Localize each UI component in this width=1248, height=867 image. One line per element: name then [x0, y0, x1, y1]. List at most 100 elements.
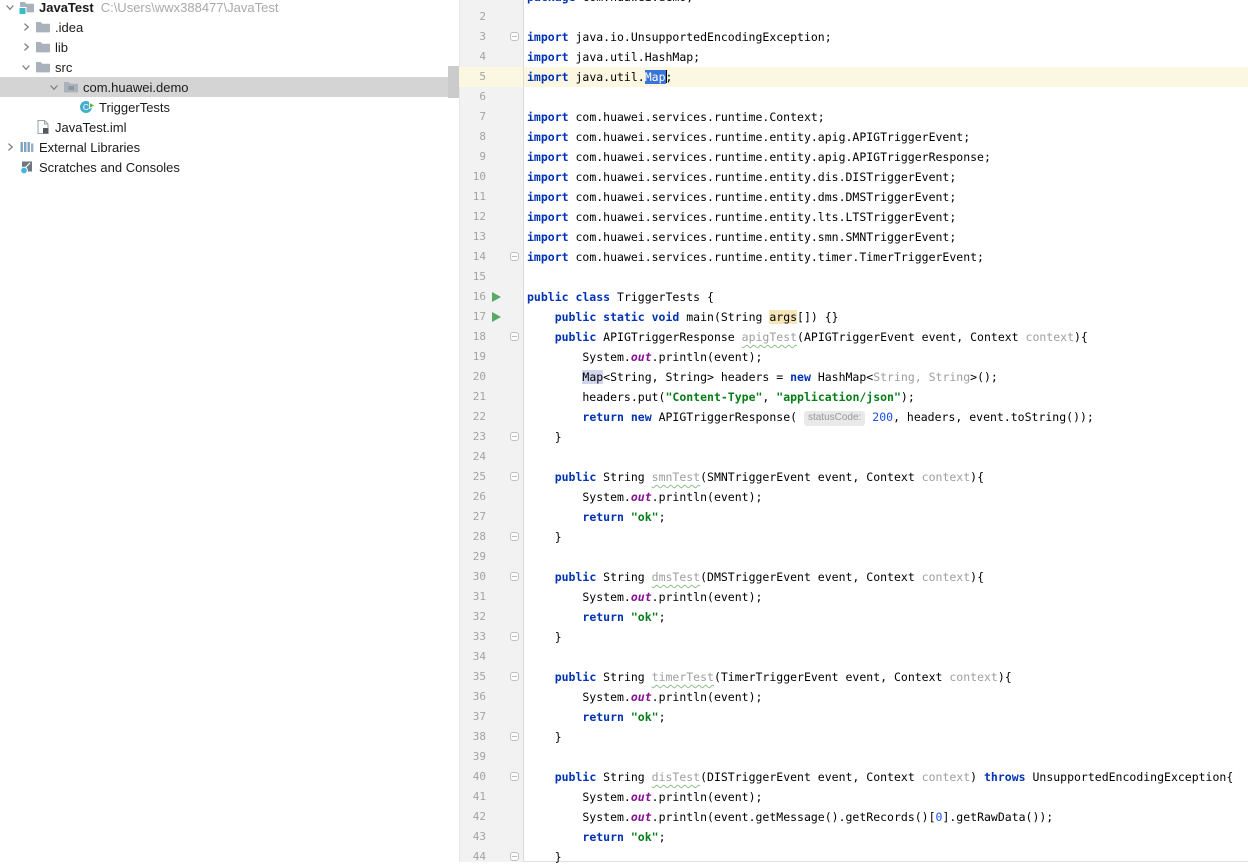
- fold-end-icon[interactable]: [510, 532, 519, 541]
- project-tree: JavaTestC:\Users\wwx388477\JavaTest.idea…: [0, 0, 459, 177]
- code-line-31[interactable]: 31 System.out.println(event);: [459, 587, 1248, 607]
- code-line-38[interactable]: 38 }: [459, 727, 1248, 747]
- chevron-expanded-icon[interactable]: [2, 0, 18, 17]
- code-line-26[interactable]: 26 System.out.println(event);: [459, 487, 1248, 507]
- code-editor: 1package com.huawei.demo;23import java.i…: [459, 0, 1248, 867]
- code-text: return "ok";: [527, 827, 666, 847]
- code-line-27[interactable]: 27 return "ok";: [459, 507, 1248, 527]
- code-token: }: [527, 430, 562, 444]
- tree-item-javatest[interactable]: JavaTestC:\Users\wwx388477\JavaTest: [0, 0, 459, 17]
- code-line-8[interactable]: 8import com.huawei.services.runtime.enti…: [459, 127, 1248, 147]
- chevron-collapsed-icon[interactable]: [2, 137, 18, 157]
- code-line-34[interactable]: 34: [459, 647, 1248, 667]
- fold-end-icon[interactable]: [510, 632, 519, 641]
- fold-collapse-icon[interactable]: [510, 332, 519, 341]
- code-token: String: [596, 570, 651, 584]
- code-line-13[interactable]: 13import com.huawei.services.runtime.ent…: [459, 227, 1248, 247]
- chevron-collapsed-icon[interactable]: [18, 17, 34, 37]
- code-line-42[interactable]: 42 System.out.println(event.getMessage()…: [459, 807, 1248, 827]
- code-line-20[interactable]: 20 Map<String, String> headers = new Has…: [459, 367, 1248, 387]
- tree-item-triggertests[interactable]: CTriggerTests: [0, 97, 459, 117]
- code-line-29[interactable]: 29: [459, 547, 1248, 567]
- code-line-1[interactable]: 1package com.huawei.demo;: [459, 0, 1248, 7]
- code-token: context: [922, 770, 970, 784]
- code-line-28[interactable]: 28 }: [459, 527, 1248, 547]
- line-number: 18: [459, 327, 486, 347]
- code-line-18[interactable]: 18 public APIGTriggerResponse apigTest(A…: [459, 327, 1248, 347]
- code-line-16[interactable]: 16public class TriggerTests {: [459, 287, 1248, 307]
- code-line-6[interactable]: 6: [459, 87, 1248, 107]
- tree-item-external-libraries[interactable]: External Libraries: [0, 137, 459, 157]
- run-icon[interactable]: [492, 312, 501, 322]
- code-line-14[interactable]: 14import com.huawei.services.runtime.ent…: [459, 247, 1248, 267]
- code-line-9[interactable]: 9import com.huawei.services.runtime.enti…: [459, 147, 1248, 167]
- tree-item-src[interactable]: src: [0, 57, 459, 77]
- code-line-21[interactable]: 21 headers.put("Content-Type", "applicat…: [459, 387, 1248, 407]
- code-line-10[interactable]: 10import com.huawei.services.runtime.ent…: [459, 167, 1248, 187]
- code-line-41[interactable]: 41 System.out.println(event);: [459, 787, 1248, 807]
- tree-item-idea[interactable]: .idea: [0, 17, 459, 37]
- line-number: 22: [459, 407, 486, 427]
- line-number: 24: [459, 447, 486, 467]
- code-line-15[interactable]: 15: [459, 267, 1248, 287]
- code-text: return "ok";: [527, 607, 666, 627]
- code-token: [527, 310, 555, 324]
- tree-item-scratches-and-consoles[interactable]: Scratches and Consoles: [0, 157, 459, 177]
- code-line-17[interactable]: 17 public static void main(String args[]…: [459, 307, 1248, 327]
- code-line-30[interactable]: 30 public String dmsTest(DMSTriggerEvent…: [459, 567, 1248, 587]
- run-icon[interactable]: [492, 292, 501, 302]
- code-line-5[interactable]: 5import java.util.Map;: [459, 67, 1248, 87]
- code-line-3[interactable]: 3import java.io.UnsupportedEncodingExcep…: [459, 27, 1248, 47]
- fold-end-icon[interactable]: [510, 732, 519, 741]
- code-line-19[interactable]: 19 System.out.println(event);: [459, 347, 1248, 367]
- code-line-33[interactable]: 33 }: [459, 627, 1248, 647]
- code-line-12[interactable]: 12import com.huawei.services.runtime.ent…: [459, 207, 1248, 227]
- fold-collapse-icon[interactable]: [510, 572, 519, 581]
- code-text: import com.huawei.services.runtime.entit…: [527, 127, 970, 147]
- chevron-expanded-icon[interactable]: [18, 57, 34, 77]
- code-token: ){: [998, 670, 1012, 684]
- code-token: "application/json": [776, 390, 901, 404]
- fold-collapse-icon[interactable]: [510, 672, 519, 681]
- fold-collapse-icon[interactable]: [510, 772, 519, 781]
- code-line-4[interactable]: 4import java.util.HashMap;: [459, 47, 1248, 67]
- fold-end-icon[interactable]: [510, 432, 519, 441]
- project-panel-scrollbar-thumb[interactable]: [448, 66, 459, 98]
- code-line-25[interactable]: 25 public String smnTest(SMNTriggerEvent…: [459, 467, 1248, 487]
- code-line-32[interactable]: 32 return "ok";: [459, 607, 1248, 627]
- code-token: APIGTriggerResponse(: [652, 410, 804, 424]
- code-line-44[interactable]: 44 }: [459, 847, 1248, 867]
- fold-end-icon[interactable]: [510, 852, 519, 861]
- code-line-36[interactable]: 36 System.out.println(event);: [459, 687, 1248, 707]
- package-icon: [62, 77, 80, 97]
- chevron-expanded-icon[interactable]: [46, 77, 62, 97]
- tree-item-com-huawei-demo[interactable]: com.huawei.demo: [0, 77, 459, 97]
- code-line-40[interactable]: 40 public String disTest(DISTriggerEvent…: [459, 767, 1248, 787]
- code-line-2[interactable]: 2: [459, 7, 1248, 27]
- code-token: }: [527, 630, 562, 644]
- code-line-37[interactable]: 37 return "ok";: [459, 707, 1248, 727]
- code-token: com.huawei.services.runtime.entity.lts.L…: [569, 210, 957, 224]
- code-line-35[interactable]: 35 public String timerTest(TimerTriggerE…: [459, 667, 1248, 687]
- tree-item-lib[interactable]: lib: [0, 37, 459, 57]
- code-line-11[interactable]: 11import com.huawei.services.runtime.ent…: [459, 187, 1248, 207]
- fold-end-icon[interactable]: [510, 252, 519, 261]
- code-token: (SMNTriggerEvent event, Context: [700, 470, 922, 484]
- code-line-43[interactable]: 43 return "ok";: [459, 827, 1248, 847]
- code-token: out: [631, 810, 652, 824]
- fold-collapse-icon[interactable]: [510, 472, 519, 481]
- code-text: import com.huawei.services.runtime.Conte…: [527, 107, 825, 127]
- line-number: 25: [459, 467, 486, 487]
- code-token: import: [527, 150, 569, 164]
- code-line-7[interactable]: 7import com.huawei.services.runtime.Cont…: [459, 107, 1248, 127]
- chevron-collapsed-icon[interactable]: [18, 37, 34, 57]
- code-token: public: [555, 770, 597, 784]
- tree-item-javatest-iml[interactable]: JavaTest.iml: [0, 117, 459, 137]
- code-line-24[interactable]: 24: [459, 447, 1248, 467]
- code-line-22[interactable]: 22 return new APIGTriggerResponse( statu…: [459, 407, 1248, 427]
- line-number: 44: [459, 847, 486, 867]
- code-line-39[interactable]: 39: [459, 747, 1248, 767]
- code-line-23[interactable]: 23 }: [459, 427, 1248, 447]
- gutter-border: [523, 0, 524, 862]
- fold-collapse-icon[interactable]: [510, 32, 519, 41]
